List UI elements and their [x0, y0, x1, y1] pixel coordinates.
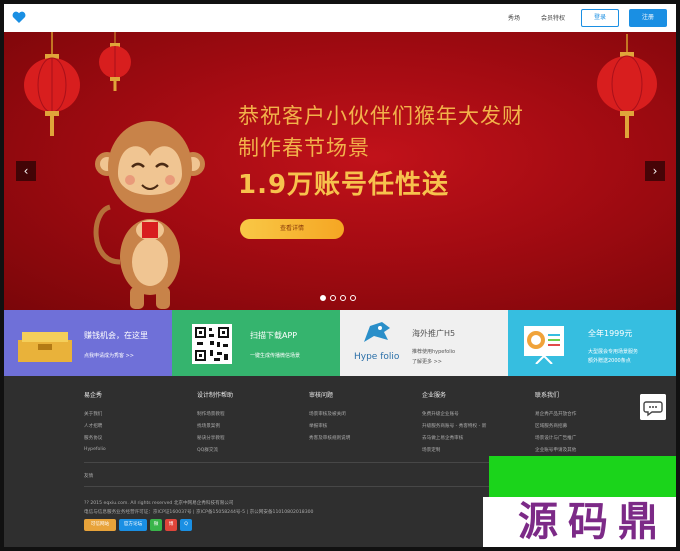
nav-showcase[interactable]: 秀场 — [508, 13, 520, 22]
footer-column: 审核问题 场景审核及被关闭 举报审核 秀客及审核规则说明 — [309, 390, 350, 447]
qq-icon[interactable]: Q — [180, 519, 192, 531]
promo-card-hypefolio[interactable]: Hype folio 海外推广H5 推荐使用hypefolio 了解更多 >> — [340, 310, 508, 376]
promo-title: 赚钱机会，在这里 — [84, 331, 148, 340]
footer-column-head: 企业服务 — [422, 392, 447, 399]
slide-dot[interactable] — [320, 295, 326, 301]
hypefolio-logo: Hype folio — [354, 352, 400, 362]
lantern-right-icon — [597, 34, 657, 138]
footer-link[interactable]: 找场景案例 — [197, 423, 233, 429]
footer-link[interactable]: 免费升级企业账号 — [422, 411, 486, 417]
friend-links-label: 友情 — [84, 474, 94, 479]
weibo-icon[interactable]: 博 — [165, 519, 177, 531]
banner-headline-1: 恭祝客户小伙伴们猴年大发财 — [238, 104, 524, 128]
promo-card-earn[interactable]: 赚钱机会，在这里 点我申请成为秀客 >> — [4, 310, 172, 376]
footer-link[interactable]: 区域服务商招募 — [535, 423, 576, 429]
watermark-green-block — [489, 456, 676, 501]
footer-badges: 可信网站 官方论坛 微 博 Q — [84, 519, 192, 531]
footer-link[interactable]: 秘诀分享教程 — [197, 435, 233, 441]
footer-link[interactable]: 去马做上易企秀审核 — [422, 435, 486, 441]
promo-more-link[interactable]: 了解更多 >> — [412, 358, 442, 365]
footer-column: 联系我们 易企秀产品开放合作 区域服务商招募 场景设计与广告推广 企业账号申请及… — [535, 390, 576, 459]
heart-logo-icon[interactable] — [12, 11, 26, 24]
footer-column-head: 审核问题 — [309, 392, 334, 399]
promo-sub[interactable]: 点我申请成为秀客 >> — [84, 352, 134, 359]
footer-column-head: 联系我们 — [535, 392, 560, 399]
watermark-text: 源码鼎 — [483, 497, 676, 547]
promo-title: 扫描下载APP — [250, 331, 298, 340]
view-details-button[interactable]: 查看详情 — [240, 219, 344, 239]
hero-banner[interactable]: 恭祝客户小伙伴们猴年大发财 制作春节场景 1.9万账号任性送 查看详情 ‹ › — [4, 32, 676, 310]
promo-strip: 赚钱机会，在这里 点我申请成为秀客 >> 扫描下载APP 一键生成传播微信场景 — [4, 310, 676, 376]
footer-link[interactable]: 升级服务商账号 - 秀客特权 - 新 — [422, 423, 486, 429]
promo-title: 全年1999元 — [588, 329, 633, 338]
footer-link[interactable]: 制作场景教程 — [197, 411, 233, 417]
top-header: 秀场 会员特权 登录 注册 — [4, 4, 676, 32]
footer-link[interactable]: 秀客及审核规则说明 — [309, 435, 350, 441]
footer-column: 企业服务 免费升级企业账号 升级服务商账号 - 秀客特权 - 新 去马做上易企秀… — [422, 390, 486, 459]
register-button[interactable]: 注册 — [629, 9, 667, 27]
banner-headline-3: 1.9万账号任性送 — [238, 170, 450, 200]
wechat-icon[interactable]: 微 — [150, 519, 162, 531]
footer-column: 设计制作帮助 制作场景教程 找场景案例 秘诀分享教程 QQ群交流 — [197, 390, 233, 459]
footer-link[interactable]: 举报审核 — [309, 423, 350, 429]
slide-dot[interactable] — [340, 295, 346, 301]
chart-board-icon — [524, 326, 564, 364]
footer-link[interactable]: 企业账号申请及其他 — [535, 447, 576, 453]
nav-membership[interactable]: 会员特权 — [541, 13, 565, 22]
forum-badge[interactable]: 官方论坛 — [119, 519, 147, 531]
lantern-icon — [24, 32, 80, 136]
lantern-small-icon — [99, 32, 131, 91]
license-text: 电信与信息服务业务经营许可证：京ICP证160037号 | 京ICP备15058… — [84, 510, 314, 515]
cash-box-icon — [18, 332, 72, 362]
slide-dot[interactable] — [330, 295, 336, 301]
promo-sub: 额外赠送2000条点 — [588, 358, 631, 364]
slide-dot[interactable] — [350, 295, 356, 301]
footer-link[interactable]: Hypefolio — [84, 447, 106, 452]
next-slide-arrow-icon[interactable]: › — [645, 161, 665, 181]
promo-sub: 一键生成传播微信场景 — [250, 353, 301, 359]
promo-sub: 大型展会专用场景服务 — [588, 349, 639, 355]
qr-code-icon — [192, 324, 232, 364]
promo-card-annual[interactable]: 全年1999元 大型展会专用场景服务 额外赠送2000条点 — [508, 310, 676, 376]
footer-link[interactable]: 人才招聘 — [84, 423, 106, 429]
footer-link[interactable]: 场景定制 — [422, 447, 486, 453]
copyright-text: ?? 2015 eqxiu.com. All rights reserved 北… — [84, 501, 234, 506]
banner-headline-2: 制作春节场景 — [238, 136, 370, 160]
slide-indicators — [320, 295, 356, 301]
footer-link[interactable]: QQ群交流 — [197, 447, 233, 453]
footer-link[interactable]: 关于我们 — [84, 411, 106, 417]
footer-column-head: 设计制作帮助 — [197, 392, 234, 399]
promo-sub: 推荐使用hypefolio — [412, 349, 456, 355]
trusted-site-badge[interactable]: 可信网站 — [84, 519, 116, 531]
prev-slide-arrow-icon[interactable]: ‹ — [16, 161, 36, 181]
footer-link[interactable]: 易企秀产品开放合作 — [535, 411, 576, 417]
chat-icon[interactable] — [640, 394, 666, 420]
footer-link[interactable]: 场景设计与广告推广 — [535, 435, 576, 441]
footer-link[interactable]: 场景审核及被关闭 — [309, 411, 350, 417]
promo-card-app[interactable]: 扫描下载APP 一键生成传播微信场景 — [172, 310, 340, 376]
footer-column-head: 易企秀 — [84, 392, 103, 399]
login-button[interactable]: 登录 — [581, 9, 619, 27]
monkey-illustration — [93, 121, 205, 309]
footer-column: 易企秀 关于我们 人才招聘 服务协议 Hypefolio — [84, 390, 106, 458]
footer-link[interactable]: 服务协议 — [84, 435, 106, 441]
promo-title: 海外推广H5 — [412, 329, 456, 338]
hypefolio-bird-icon — [364, 322, 390, 342]
